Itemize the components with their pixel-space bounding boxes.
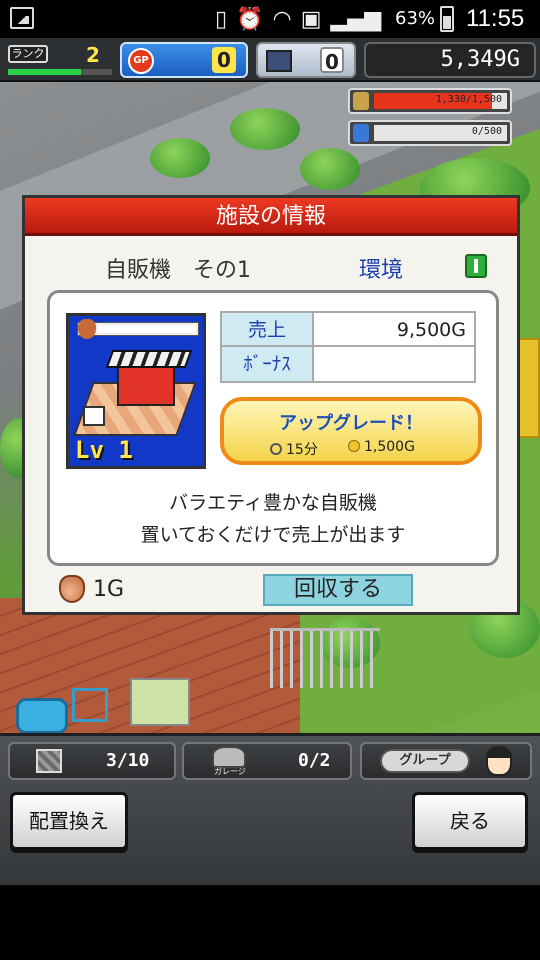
upgrade-time: 15分 bbox=[270, 439, 318, 459]
collect-button[interactable]: 回収する bbox=[263, 574, 413, 606]
rank-progress-fill bbox=[8, 69, 81, 75]
pc-value: 0 bbox=[320, 47, 344, 74]
gp-icon: GP bbox=[128, 48, 154, 74]
rearrange-button[interactable]: 配置換え bbox=[10, 792, 128, 850]
sales-value: 9,500G bbox=[396, 319, 466, 341]
stall-box bbox=[83, 406, 105, 426]
rank-value: 2 bbox=[86, 43, 100, 67]
info-icon[interactable] bbox=[465, 254, 487, 278]
upgrade-time-value: 15分 bbox=[286, 442, 318, 458]
vibrate-icon: ▯ bbox=[215, 6, 228, 32]
upgrade-title: アップグレード！ bbox=[279, 413, 423, 434]
facility-level: Lv 1 bbox=[75, 436, 133, 464]
fence bbox=[270, 628, 380, 688]
dialog-title: 施設の情報 bbox=[25, 198, 517, 236]
facility-name: 自販機 その1 bbox=[105, 258, 251, 283]
group-tab[interactable]: グループ bbox=[360, 742, 532, 780]
bottom-bar: 3/10 ガレージ 0/2 グループ 配置換え 戻る bbox=[0, 733, 540, 885]
battery-percent: 63% bbox=[395, 8, 436, 29]
sales-row: 売上 9,500G bbox=[222, 313, 474, 347]
facility-panel: Lv 1 売上 9,500G ﾎﾞｰﾅｽ アップグレード！ 15分 1,500G… bbox=[47, 290, 499, 566]
machine-facility bbox=[130, 678, 190, 726]
income-value: 1G bbox=[93, 576, 125, 602]
garage-value: 0/2 bbox=[298, 750, 331, 771]
income-display: 1G bbox=[59, 574, 124, 604]
description-line-2: 置いておくだけで売上が出ます bbox=[140, 524, 406, 546]
rank-progress-bar bbox=[8, 69, 112, 75]
character-face-icon bbox=[486, 746, 512, 776]
battery-icon bbox=[440, 6, 454, 32]
gold-text: 1,330/1,500 bbox=[435, 94, 502, 105]
gp-counter[interactable]: GP 0 bbox=[120, 42, 248, 78]
sales-label: 売上 bbox=[222, 313, 314, 345]
status-bar: ▯ ⏰ ◠ ▣ ▂▄▆ 63% 11:55 bbox=[0, 0, 540, 38]
vending-stall bbox=[117, 366, 175, 406]
garage-label: ガレージ bbox=[214, 767, 246, 776]
coin-icon bbox=[348, 440, 360, 452]
upgrade-cost: 1,500G bbox=[348, 439, 415, 455]
back-button[interactable]: 戻る bbox=[412, 792, 528, 850]
upgrade-button[interactable]: アップグレード！ 15分 1,500G bbox=[220, 397, 482, 465]
navigation-area bbox=[0, 885, 540, 960]
upgrade-cost-value: 1,500G bbox=[364, 439, 415, 455]
top-hud: ランク 2 GP 0 0 5,349G bbox=[0, 38, 540, 82]
money-display: 5,349G bbox=[364, 42, 536, 78]
description-line-1: バラエティ豊かな自販機 bbox=[169, 492, 377, 514]
sign bbox=[518, 338, 540, 438]
stats-table: 売上 9,500G ﾎﾞｰﾅｽ bbox=[220, 311, 476, 383]
coin-stack-icon bbox=[353, 92, 369, 110]
thumbnail-money-fill bbox=[98, 325, 196, 333]
money-bag-icon bbox=[78, 319, 96, 339]
gallery-icon bbox=[10, 7, 34, 29]
wifi-icon: ◠ bbox=[272, 6, 292, 32]
pc-counter[interactable]: 0 bbox=[256, 42, 356, 78]
signal-icon: ▂▄▆ bbox=[330, 6, 382, 32]
blue-tank bbox=[16, 698, 68, 733]
garage-tab[interactable]: ガレージ 0/2 bbox=[182, 742, 352, 780]
facility-info-dialog: 施設の情報 自販機 その1 環境 Lv 1 売上 9,500G ﾎﾞｰﾅｽ アッ… bbox=[22, 195, 520, 615]
dialog-body: 自販機 その1 環境 Lv 1 売上 9,500G ﾎﾞｰﾅｽ アップグレード！… bbox=[25, 236, 517, 612]
computer-icon bbox=[266, 50, 292, 72]
gp-value: 0 bbox=[212, 47, 236, 73]
storage-tab[interactable]: 3/10 bbox=[8, 742, 176, 780]
alarm-icon: ⏰ bbox=[236, 6, 264, 32]
stall-roof bbox=[105, 350, 193, 368]
bonus-label: ﾎﾞｰﾅｽ bbox=[222, 347, 314, 381]
tree bbox=[150, 138, 210, 178]
storage-value: 3/10 bbox=[106, 750, 150, 771]
status-icons: ▯ ⏰ ◠ ▣ ▂▄▆ bbox=[215, 4, 381, 34]
cart bbox=[72, 688, 108, 722]
money-bag-icon bbox=[59, 575, 85, 603]
water-resource-bar: 0/500 bbox=[348, 120, 512, 146]
tree bbox=[230, 108, 300, 150]
bottle-icon bbox=[353, 124, 369, 142]
garage-icon bbox=[212, 746, 246, 768]
facility-category: 環境 bbox=[359, 258, 404, 283]
crate-icon bbox=[36, 749, 62, 773]
facility-description: バラエティ豊かな自販機 置いておくだけで売上が出ます bbox=[50, 487, 496, 551]
tree bbox=[300, 148, 360, 190]
clock: 11:55 bbox=[466, 5, 525, 32]
thumbnail-money-bar bbox=[77, 319, 199, 339]
rank-label: ランク bbox=[8, 45, 48, 63]
gold-resource-bar: 1,330/1,500 bbox=[348, 88, 512, 114]
sim-icon: ▣ bbox=[300, 6, 322, 32]
rank-display[interactable]: ランク 2 bbox=[6, 43, 112, 77]
clock-icon bbox=[270, 443, 282, 455]
bonus-row: ﾎﾞｰﾅｽ bbox=[222, 347, 474, 381]
water-text: 0/500 bbox=[471, 126, 502, 137]
group-button[interactable]: グループ bbox=[380, 749, 470, 773]
facility-thumbnail: Lv 1 bbox=[66, 313, 206, 469]
